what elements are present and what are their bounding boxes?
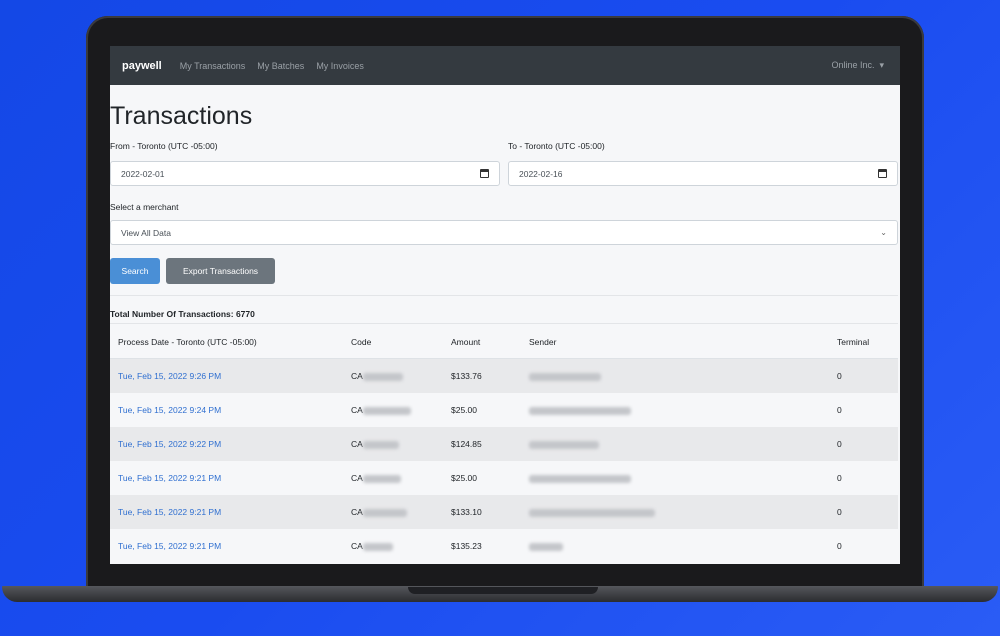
amount-cell: $25.00	[443, 393, 521, 427]
transaction-date-link[interactable]: Tue, Feb 15, 2022 9:24 PM	[118, 405, 221, 415]
from-date-label: From - Toronto (UTC -05:00)	[110, 141, 218, 151]
table-row[interactable]: Tue, Feb 15, 2022 9:22 PM CA $124.85 0	[110, 427, 898, 461]
chevron-down-icon: ⌄	[880, 228, 887, 237]
transaction-date-link[interactable]: Tue, Feb 15, 2022 9:21 PM	[118, 507, 221, 517]
to-date-label: To - Toronto (UTC -05:00)	[508, 141, 605, 151]
col-sender[interactable]: Sender	[521, 325, 829, 359]
code-prefix: CA	[351, 405, 363, 415]
merchant-select[interactable]: View All Data ⌄	[110, 220, 898, 245]
divider	[110, 323, 898, 324]
transaction-date-link[interactable]: Tue, Feb 15, 2022 9:21 PM	[118, 541, 221, 551]
to-date-value: 2022-02-16	[519, 168, 563, 179]
col-terminal[interactable]: Terminal	[829, 325, 898, 359]
terminal-cell: 0	[829, 529, 898, 563]
code-prefix: CA	[351, 371, 363, 381]
main-content: Transactions From - Toronto (UTC -05:00)…	[110, 46, 900, 564]
amount-cell: $25.00	[443, 461, 521, 495]
redacted-sender	[529, 508, 655, 517]
merchant-label: Select a merchant	[110, 202, 179, 212]
amount-cell: $133.76	[443, 358, 521, 393]
from-date-value: 2022-02-01	[121, 168, 165, 179]
table-row[interactable]: Tue, Feb 15, 2022 9:26 PM CA $133.76 0	[110, 358, 898, 393]
terminal-cell: 0	[829, 495, 898, 529]
code-prefix: CA	[351, 473, 363, 483]
redacted-code	[362, 542, 393, 551]
merchant-select-value: View All Data	[121, 227, 171, 238]
table-header-row: Process Date - Toronto (UTC -05:00) Code…	[110, 325, 898, 359]
export-transactions-button[interactable]: Export Transactions	[166, 258, 275, 284]
code-prefix: CA	[351, 541, 363, 551]
redacted-sender	[529, 372, 601, 381]
total-transactions: Total Number Of Transactions: 6770	[110, 309, 255, 319]
transactions-table: Process Date - Toronto (UTC -05:00) Code…	[110, 325, 898, 563]
terminal-cell: 0	[829, 393, 898, 427]
transaction-date-link[interactable]: Tue, Feb 15, 2022 9:21 PM	[118, 473, 221, 483]
to-date-input[interactable]: 2022-02-16	[508, 161, 898, 186]
redacted-sender	[529, 406, 631, 415]
terminal-cell: 0	[829, 427, 898, 461]
redacted-code	[362, 508, 407, 517]
transaction-date-link[interactable]: Tue, Feb 15, 2022 9:22 PM	[118, 439, 221, 449]
redacted-sender	[529, 542, 563, 551]
calendar-icon[interactable]	[878, 169, 887, 178]
col-process-date[interactable]: Process Date - Toronto (UTC -05:00)	[110, 325, 343, 359]
calendar-icon[interactable]	[480, 169, 489, 178]
col-code[interactable]: Code	[343, 325, 443, 359]
divider	[110, 295, 898, 296]
transaction-date-link[interactable]: Tue, Feb 15, 2022 9:26 PM	[118, 371, 221, 381]
page-title: Transactions	[110, 102, 253, 130]
table-row[interactable]: Tue, Feb 15, 2022 9:21 PM CA $135.23 0	[110, 529, 898, 563]
redacted-sender	[529, 474, 631, 483]
table-row[interactable]: Tue, Feb 15, 2022 9:24 PM CA $25.00 0	[110, 393, 898, 427]
redacted-code	[362, 440, 399, 449]
terminal-cell: 0	[829, 358, 898, 393]
col-amount[interactable]: Amount	[443, 325, 521, 359]
from-date-input[interactable]: 2022-02-01	[110, 161, 500, 186]
laptop-notch	[408, 587, 598, 594]
redacted-code	[362, 474, 401, 483]
redacted-code	[362, 406, 411, 415]
amount-cell: $124.85	[443, 427, 521, 461]
code-prefix: CA	[351, 507, 363, 517]
table-row[interactable]: Tue, Feb 15, 2022 9:21 PM CA $25.00 0	[110, 461, 898, 495]
terminal-cell: 0	[829, 461, 898, 495]
redacted-sender	[529, 440, 599, 449]
amount-cell: $135.23	[443, 529, 521, 563]
code-prefix: CA	[351, 439, 363, 449]
app-screen: paywell My Transactions My Batches My In…	[110, 46, 900, 564]
search-button[interactable]: Search	[110, 258, 160, 284]
amount-cell: $133.10	[443, 495, 521, 529]
redacted-code	[362, 372, 403, 381]
table-row[interactable]: Tue, Feb 15, 2022 9:21 PM CA $133.10 0	[110, 495, 898, 529]
